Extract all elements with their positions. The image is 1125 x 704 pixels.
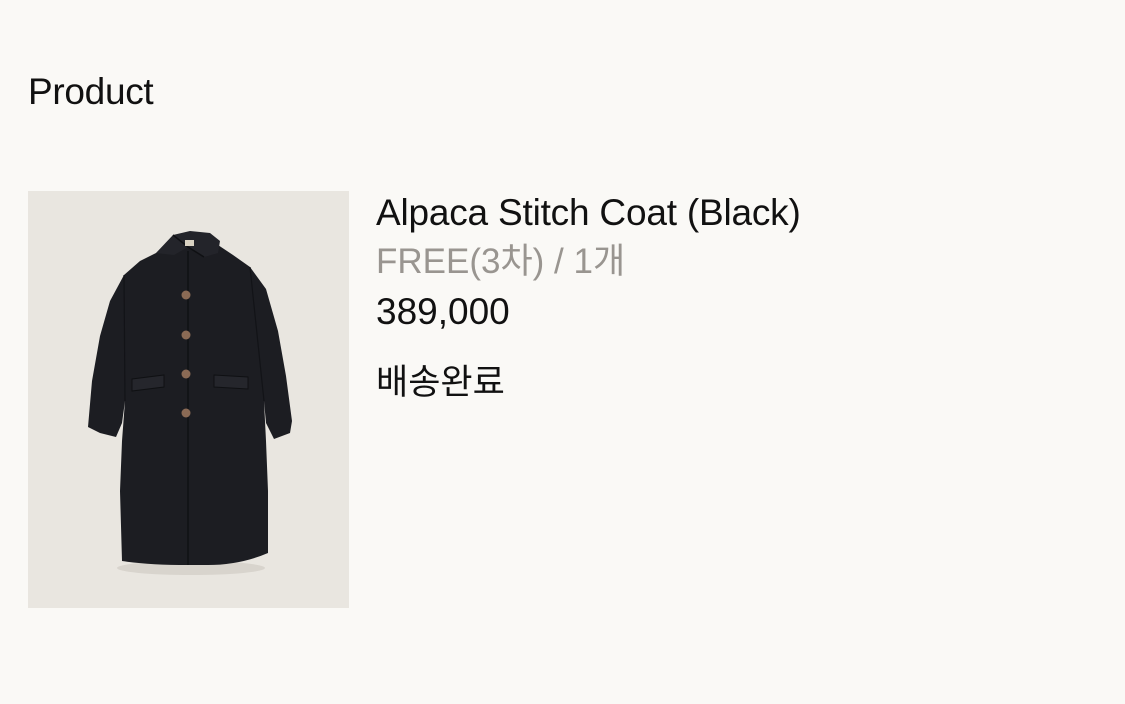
product-item: Alpaca Stitch Coat (Black) FREE(3차) / 1개… (28, 191, 1108, 608)
coat-illustration (88, 231, 292, 575)
product-option: FREE(3차) / 1개 (376, 242, 626, 281)
product-image[interactable] (28, 191, 349, 608)
order-status: 배송완료 (376, 363, 505, 402)
product-name-link[interactable]: Alpaca Stitch Coat (Black) (376, 191, 801, 235)
product-price: 389,000 (376, 291, 510, 332)
section-title: Product (28, 71, 154, 112)
